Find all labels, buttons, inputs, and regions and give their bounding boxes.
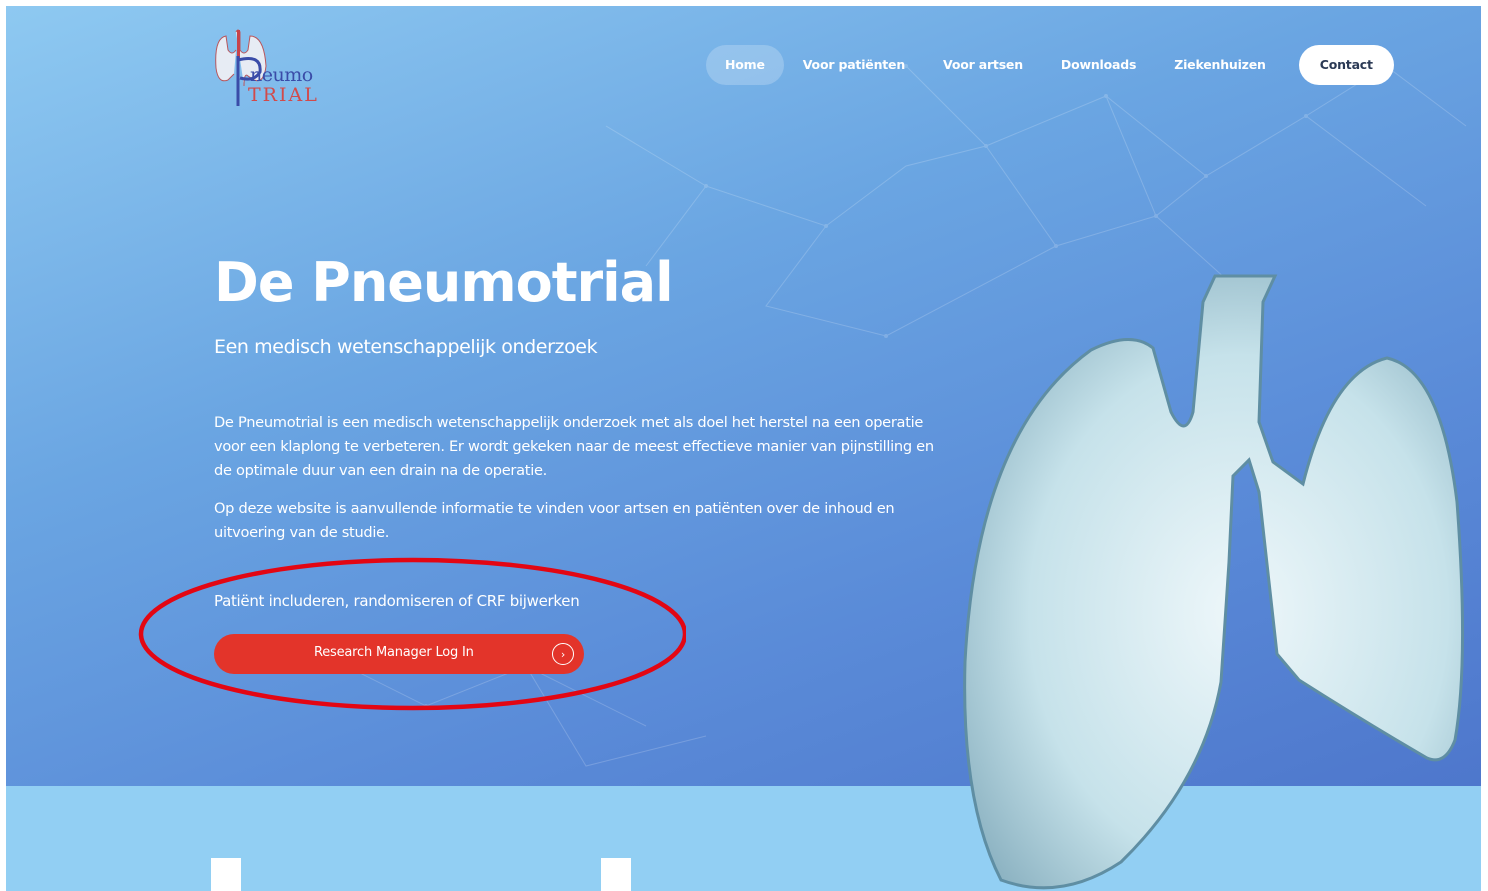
cta-caption: Patiënt includeren, randomiseren of CRF … <box>214 592 580 610</box>
page-title: De Pneumotrial <box>214 251 674 314</box>
next-section-heading-glyph <box>601 858 631 891</box>
nav-voor-artsen[interactable]: Voor artsen <box>924 45 1042 85</box>
browser-viewport: neumo TRIAL Home Voor patiënten Voor art… <box>6 6 1481 891</box>
info-paragraph: Op deze website is aanvullende informati… <box>214 500 895 541</box>
research-manager-login-button[interactable]: Research Manager Log In › <box>214 634 584 674</box>
nav-ziekenhuizen[interactable]: Ziekenhuizen <box>1155 45 1285 85</box>
contact-button[interactable]: Contact <box>1298 45 1394 85</box>
nav-home[interactable]: Home <box>706 45 784 85</box>
nav-voor-patienten[interactable]: Voor patiënten <box>784 45 924 85</box>
main-navigation: Home Voor patiënten Voor artsen Download… <box>706 45 1394 85</box>
logo-text-top: neumo <box>250 64 313 86</box>
chevron-right-circle-icon: › <box>552 643 574 665</box>
lungs-illustration <box>963 274 1465 890</box>
nav-downloads[interactable]: Downloads <box>1042 45 1155 85</box>
login-button-label: Research Manager Log In <box>314 645 474 660</box>
logo-text-bottom: TRIAL <box>248 84 319 106</box>
intro-paragraph: De Pneumotrial is een medisch wetenschap… <box>214 414 934 479</box>
pneumotrial-logo[interactable]: neumo TRIAL <box>214 26 344 110</box>
next-section-heading-glyph <box>211 858 241 891</box>
page-subtitle: Een medisch wetenschappelijk onderzoek <box>214 336 598 358</box>
